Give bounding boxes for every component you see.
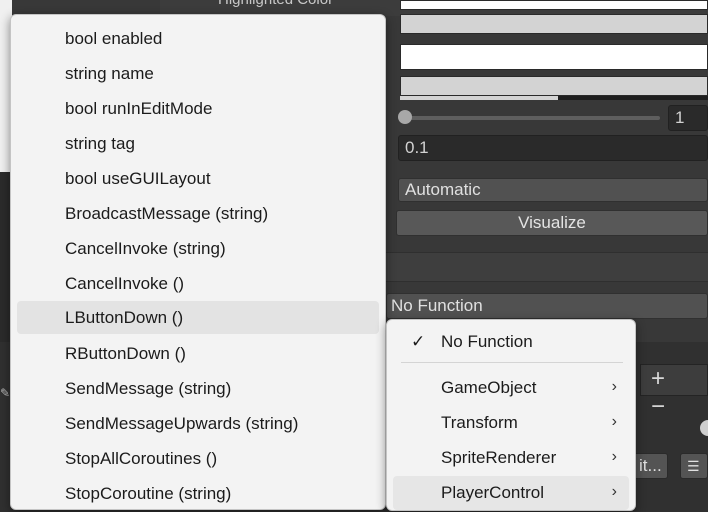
menu-item-string-name[interactable]: string name bbox=[17, 57, 379, 90]
menu-item-stopallcoroutines[interactable]: StopAllCoroutines () bbox=[17, 442, 379, 475]
menu-item-string-tag[interactable]: string tag bbox=[17, 127, 379, 160]
slider-handle[interactable] bbox=[398, 110, 412, 124]
highlighted-color-label: Highlighted Color bbox=[218, 0, 333, 8]
component-menu: ✓ No Function GameObject › Transform › S… bbox=[386, 319, 636, 511]
menu-item-cancelinvoke-string[interactable]: CancelInvoke (string) bbox=[17, 232, 379, 265]
menu-item-bool-useguilayout[interactable]: bool useGUILayout bbox=[17, 162, 379, 195]
add-remove-controls: +− bbox=[640, 364, 708, 420]
color-multiplier-slider[interactable] bbox=[404, 116, 660, 120]
menu-item-no-function[interactable]: ✓ No Function bbox=[393, 325, 629, 359]
color-alpha-bar-dark bbox=[558, 96, 708, 100]
menu-item-bool-runineditmode[interactable]: bool runInEditMode bbox=[17, 92, 379, 125]
menu-item-transform[interactable]: Transform › bbox=[393, 406, 629, 440]
chevron-right-icon: › bbox=[611, 483, 617, 500]
remove-listener-button[interactable]: − bbox=[641, 393, 675, 421]
menu-item-label: SpriteRenderer bbox=[441, 448, 557, 467]
menu-item-sendmessage[interactable]: SendMessage (string) bbox=[17, 372, 379, 405]
visualize-button[interactable]: Visualize bbox=[396, 210, 708, 236]
menu-item-playercontrol[interactable]: PlayerControl › bbox=[393, 476, 629, 510]
chevron-right-icon: › bbox=[611, 413, 617, 430]
slider-value-field[interactable]: 1 bbox=[668, 105, 708, 131]
list-icon[interactable]: ☰ bbox=[680, 453, 708, 479]
color-swatch-pressed[interactable] bbox=[400, 44, 708, 70]
navigation-dropdown[interactable]: Automatic bbox=[398, 178, 708, 202]
menu-divider bbox=[401, 362, 623, 363]
menu-item-label: GameObject bbox=[441, 378, 537, 397]
chevron-right-icon: › bbox=[611, 448, 617, 465]
menu-item-sendmessageupwards[interactable]: SendMessageUpwards (string) bbox=[17, 407, 379, 440]
menu-item-label: PlayerControl bbox=[441, 483, 544, 502]
menu-item-broadcastmessage[interactable]: BroadcastMessage (string) bbox=[17, 197, 379, 230]
menu-item-stopcoroutine[interactable]: StopCoroutine (string) bbox=[17, 477, 379, 509]
menu-item-label: Transform bbox=[441, 413, 518, 432]
checkmark-icon: ✓ bbox=[411, 332, 426, 351]
color-swatch-highlighted[interactable] bbox=[400, 14, 708, 34]
fade-duration-field[interactable]: 0.1 bbox=[398, 135, 708, 161]
menu-item-spriterenderer[interactable]: SpriteRenderer › bbox=[393, 441, 629, 475]
function-dropdown[interactable]: No Function bbox=[386, 293, 708, 319]
color-swatch-normal[interactable] bbox=[400, 0, 708, 10]
color-swatch-selected[interactable] bbox=[400, 76, 708, 96]
menu-item-rbuttondown[interactable]: RButtonDown () bbox=[17, 337, 379, 370]
member-function-menu: bool enabled string name bool runInEditM… bbox=[10, 14, 386, 510]
menu-item-cancelinvoke[interactable]: CancelInvoke () bbox=[17, 267, 379, 300]
menu-item-lbuttondown[interactable]: LButtonDown () bbox=[17, 301, 379, 334]
menu-item-gameobject[interactable]: GameObject › bbox=[393, 371, 629, 405]
chevron-right-icon: › bbox=[611, 378, 617, 395]
add-listener-button[interactable]: + bbox=[641, 365, 675, 393]
pencil-icon: ✎ bbox=[0, 386, 11, 400]
color-alpha-bar bbox=[400, 96, 558, 100]
menu-item-label: No Function bbox=[441, 332, 533, 351]
onclick-header bbox=[386, 252, 708, 282]
menu-item-bool-enabled[interactable]: bool enabled bbox=[17, 22, 379, 55]
